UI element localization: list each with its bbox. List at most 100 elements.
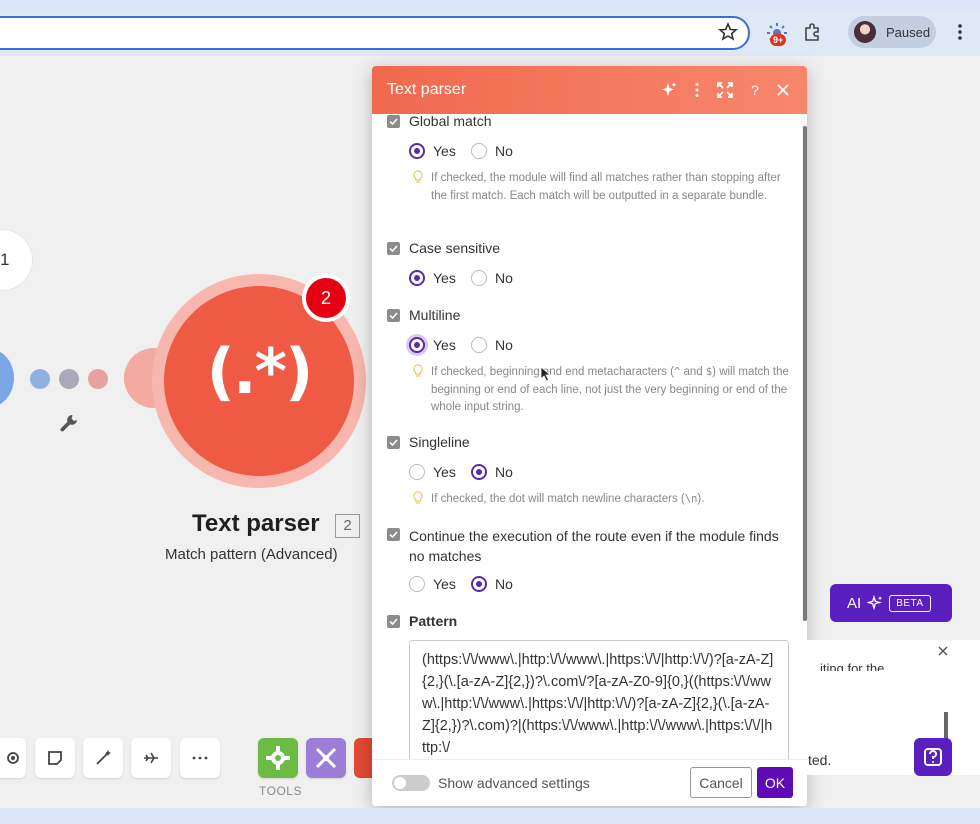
note-icon [48, 751, 62, 765]
chat-help-icon [924, 748, 942, 766]
router-node[interactable] [0, 348, 14, 408]
beta-badge: BETA [889, 594, 931, 612]
sparkle-icon [867, 595, 883, 611]
singleline-hint-text: If checked, the dot will match newline c… [431, 493, 685, 505]
module-subtitle: Match pattern (Advanced) [165, 546, 338, 563]
previous-module-number: 1 [0, 250, 10, 269]
browser-toolbar: : 9+ Paused [0, 10, 980, 56]
gear-icon [7, 752, 19, 764]
dialog-footer: Show advanced settings Cancel OK [372, 759, 807, 806]
dialog-title: Text parser [387, 81, 467, 98]
multiline-no-radio[interactable] [471, 337, 487, 353]
expand-icon[interactable] [716, 81, 734, 99]
explain-flow-tool-button[interactable] [131, 738, 171, 778]
newline-code: \n [684, 493, 698, 505]
close-icon[interactable] [937, 645, 949, 657]
checkmark-icon [389, 531, 398, 539]
global-match-checkbox[interactable] [387, 115, 400, 128]
global-match-no-radio[interactable] [471, 143, 487, 159]
dialog-scrollbar-thumb[interactable] [803, 126, 807, 621]
global-match-no-label[interactable]: No [495, 143, 513, 159]
connection-dot [88, 369, 108, 389]
singleline-no-label[interactable]: No [495, 464, 513, 480]
bookmark-star-icon[interactable] [718, 22, 738, 42]
case-sensitive-checkbox[interactable] [387, 242, 400, 255]
multiline-yes-label[interactable]: Yes [433, 337, 456, 353]
singleline-yes-label[interactable]: Yes [433, 464, 456, 480]
multiline-no-label[interactable]: No [495, 337, 513, 353]
operations-badge[interactable]: 2 [302, 274, 350, 322]
sparkle-icon[interactable] [660, 81, 678, 99]
module-title: Text parser [192, 510, 320, 537]
profile-button[interactable]: Paused [848, 16, 936, 48]
gear-icon [266, 746, 290, 770]
crossed-tools-icon [315, 747, 337, 769]
ai-assistant-button[interactable]: AI BETA [830, 584, 952, 622]
global-match-yes-label[interactable]: Yes [433, 143, 456, 159]
airplane-icon [144, 752, 158, 764]
text-parser-dialog: Text parser ? Global match Yes No If che… [372, 66, 807, 806]
svg-text:?: ? [751, 82, 759, 98]
close-icon[interactable] [774, 81, 792, 99]
singleline-no-radio[interactable] [471, 464, 487, 480]
lightbulb-icon [413, 491, 423, 504]
continue-execution-yes-radio[interactable] [409, 576, 425, 592]
address-bar[interactable]: : [0, 16, 750, 50]
singleline-checkbox[interactable] [387, 436, 400, 449]
case-sensitive-no-radio[interactable] [471, 270, 487, 286]
auto-align-tool-button[interactable] [83, 738, 123, 778]
text-parser-tool-button[interactable] [354, 738, 374, 778]
magic-wand-icon [96, 750, 111, 765]
help-icon[interactable]: ? [746, 81, 764, 99]
dialog-body[interactable]: Global match Yes No If checked, the modu… [372, 114, 807, 759]
flow-control-button[interactable] [306, 738, 346, 778]
bottom-strip [0, 808, 980, 824]
dialog-header: Text parser ? [372, 66, 807, 114]
cancel-button[interactable]: Cancel [690, 767, 752, 798]
continue-execution-label: Continue the execution of the route even… [409, 528, 779, 564]
tools-gear-button[interactable] [258, 738, 298, 778]
mouse-cursor-icon [540, 366, 552, 382]
global-match-hint: If checked, the module will find all mat… [431, 172, 781, 202]
multiline-checkbox[interactable] [387, 309, 400, 322]
continue-execution-no-radio[interactable] [471, 576, 487, 592]
continue-execution-no-label[interactable]: No [495, 576, 513, 592]
checkmark-icon [389, 312, 398, 320]
advanced-settings-toggle[interactable] [392, 775, 430, 791]
profile-status: Paused [886, 24, 931, 40]
wrench-icon[interactable] [58, 412, 80, 434]
case-sensitive-yes-radio[interactable] [409, 270, 425, 286]
pattern-label: Pattern [409, 613, 458, 629]
extension-badge: 9+ [770, 34, 787, 46]
case-sensitive-no-label[interactable]: No [495, 270, 513, 286]
tools-section-label: TOOLS [259, 784, 302, 798]
lightbulb-icon [413, 170, 423, 183]
continue-execution-checkbox[interactable] [387, 528, 400, 541]
advanced-settings-label[interactable]: Show advanced settings [438, 775, 590, 791]
case-sensitive-label: Case sensitive [409, 240, 501, 256]
pattern-checkbox[interactable] [387, 615, 400, 628]
regex-icon: (.*) [206, 335, 314, 408]
continue-execution-yes-label[interactable]: Yes [433, 576, 456, 592]
more-tools-button[interactable] [180, 738, 220, 778]
notes-tool-button[interactable] [35, 738, 75, 778]
checkmark-icon [389, 118, 398, 126]
more-options-icon[interactable] [688, 81, 706, 99]
case-sensitive-yes-label[interactable]: Yes [433, 270, 456, 286]
ok-button[interactable]: OK [757, 767, 793, 798]
ai-label: AI [847, 594, 862, 612]
toggle-knob [394, 777, 406, 789]
global-match-label: Global match [409, 114, 492, 129]
global-match-yes-radio[interactable] [409, 143, 425, 159]
extensions-puzzle-icon[interactable] [802, 22, 822, 42]
singleline-hint: If checked, the dot will match newline c… [431, 491, 791, 509]
browser-menu-icon[interactable] [952, 22, 968, 42]
multiline-yes-radio[interactable] [409, 337, 425, 353]
connection-dot [59, 369, 79, 389]
singleline-yes-radio[interactable] [409, 464, 425, 480]
settings-tool-button[interactable] [0, 738, 26, 778]
lightbulb-icon [413, 364, 423, 377]
help-chat-button[interactable] [914, 738, 952, 776]
pattern-input[interactable]: (https:\/\/www\.|http:\/\/www\.|https:\/… [409, 640, 789, 759]
avatar [854, 21, 876, 43]
